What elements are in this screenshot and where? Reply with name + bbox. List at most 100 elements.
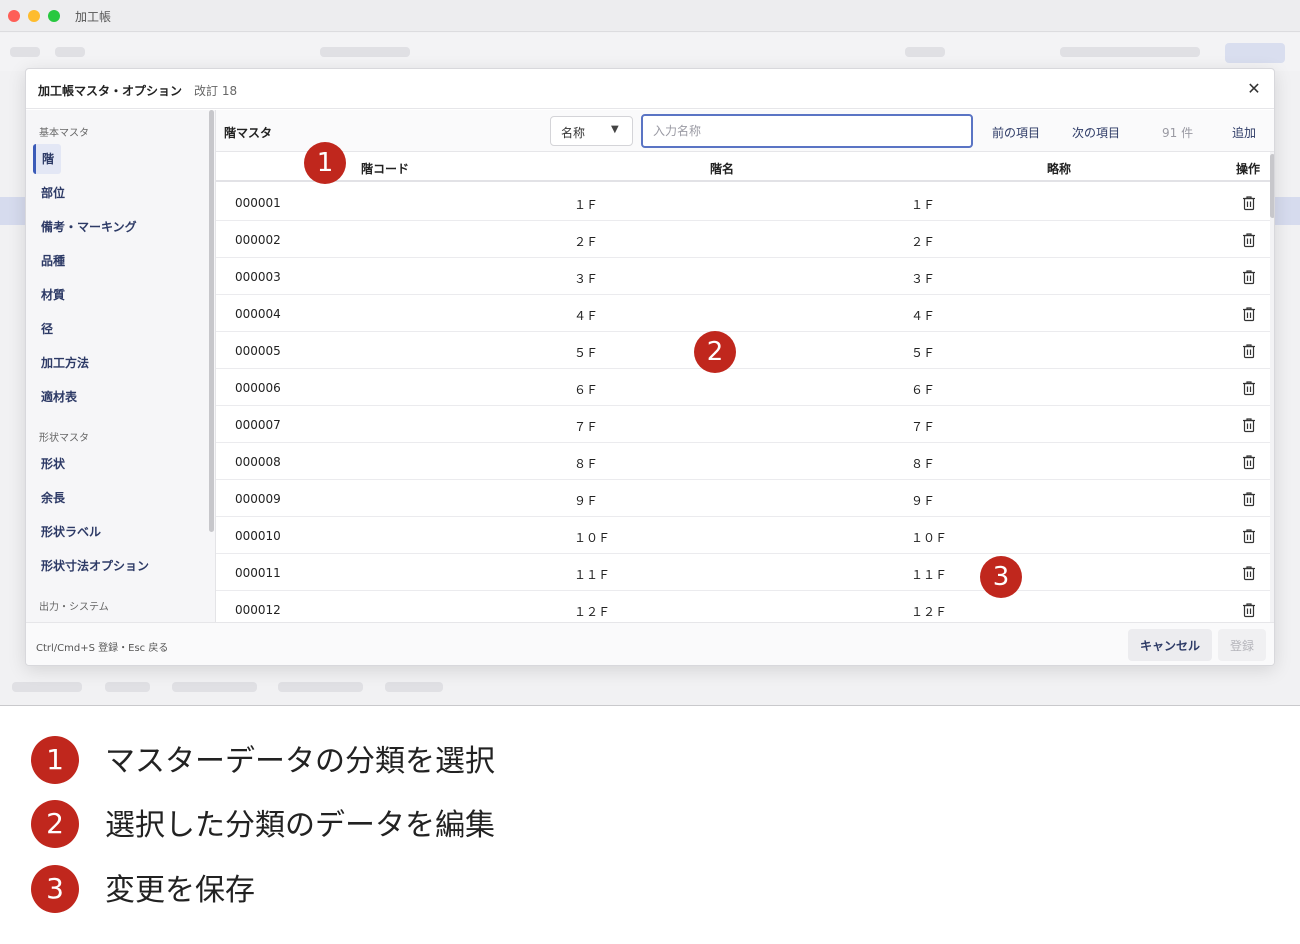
minimize-window-button[interactable] bbox=[28, 10, 40, 22]
trash-icon[interactable] bbox=[1242, 195, 1256, 211]
search-field-value: 名称 bbox=[561, 126, 586, 140]
cell-name[interactable]: ７Ｆ bbox=[574, 418, 598, 435]
sidebar-item-diameter[interactable]: 径 bbox=[33, 314, 53, 344]
sidebar-item-material-table[interactable]: 適材表 bbox=[33, 382, 77, 412]
table-row[interactable]: 000001 １Ｆ １Ｆ bbox=[216, 184, 1270, 221]
legend-step-1: マスターデータの分類を選択 bbox=[105, 744, 495, 779]
trash-icon[interactable] bbox=[1242, 602, 1256, 618]
column-header-abbr[interactable]: 略称 bbox=[1047, 160, 1071, 177]
cell-code[interactable]: 000003 bbox=[235, 270, 281, 284]
prev-item-button[interactable]: 前の項目 bbox=[992, 124, 1040, 141]
background-placeholder bbox=[905, 47, 945, 57]
sidebar-scrollbar[interactable] bbox=[209, 110, 214, 532]
table-scrollbar[interactable] bbox=[1270, 152, 1274, 622]
cancel-button[interactable]: キャンセル bbox=[1128, 629, 1212, 661]
master-title: 階マスタ bbox=[224, 126, 273, 140]
table-scrollbar-thumb[interactable] bbox=[1270, 154, 1274, 218]
cell-name[interactable]: ６Ｆ bbox=[574, 381, 598, 398]
cell-name[interactable]: ２Ｆ bbox=[574, 233, 598, 250]
sidebar-item-product-type[interactable]: 品種 bbox=[33, 246, 65, 276]
cell-code[interactable]: 000012 bbox=[235, 603, 281, 617]
column-header-code[interactable]: 階コード bbox=[361, 160, 409, 177]
trash-icon[interactable] bbox=[1242, 528, 1256, 544]
cell-abbr[interactable]: ７Ｆ bbox=[911, 418, 935, 435]
table-row[interactable]: 000005 ５Ｆ ５Ｆ bbox=[216, 332, 1270, 369]
cell-abbr[interactable]: １１Ｆ bbox=[911, 566, 947, 583]
table-row[interactable]: 000007 ７Ｆ ７Ｆ bbox=[216, 406, 1270, 443]
cell-name[interactable]: ９Ｆ bbox=[574, 492, 598, 509]
table-row[interactable]: 000006 ６Ｆ ６Ｆ bbox=[216, 369, 1270, 406]
cell-code[interactable]: 000009 bbox=[235, 492, 281, 506]
table-row[interactable]: 000003 ３Ｆ ３Ｆ bbox=[216, 258, 1270, 295]
table-row[interactable]: 000008 ８Ｆ ８Ｆ bbox=[216, 443, 1270, 480]
cell-abbr[interactable]: ６Ｆ bbox=[911, 381, 935, 398]
trash-icon[interactable] bbox=[1242, 491, 1256, 507]
save-button[interactable]: 登録 bbox=[1218, 629, 1266, 661]
cell-abbr[interactable]: １０Ｆ bbox=[911, 529, 947, 546]
cell-code[interactable]: 000001 bbox=[235, 196, 281, 210]
cell-abbr[interactable]: ３Ｆ bbox=[911, 270, 935, 287]
sidebar-item-shape[interactable]: 形状 bbox=[33, 449, 65, 479]
trash-icon[interactable] bbox=[1242, 343, 1256, 359]
cell-name[interactable]: ５Ｆ bbox=[574, 344, 598, 361]
master-category-sidebar: 基本マスタ 階 部位 備考・マーキング 品種 材質 径 加工方法 適材表 形状マ… bbox=[26, 110, 216, 622]
cell-code[interactable]: 000006 bbox=[235, 381, 281, 395]
search-field-select[interactable]: 名称 ▼ bbox=[550, 116, 633, 146]
cell-name[interactable]: １Ｆ bbox=[574, 196, 598, 213]
cell-name[interactable]: ８Ｆ bbox=[574, 455, 598, 472]
trash-icon[interactable] bbox=[1242, 306, 1256, 322]
add-button[interactable]: 追加 bbox=[1232, 124, 1256, 141]
sidebar-item-remarks-marking[interactable]: 備考・マーキング bbox=[33, 212, 137, 242]
trash-icon[interactable] bbox=[1242, 417, 1256, 433]
cell-code[interactable]: 000011 bbox=[235, 566, 281, 580]
sidebar-item-floor[interactable]: 階 bbox=[33, 144, 61, 174]
cell-code[interactable]: 000005 bbox=[235, 344, 281, 358]
table-header: 階コード 階名 略称 操作 bbox=[216, 152, 1270, 182]
zoom-window-button[interactable] bbox=[48, 10, 60, 22]
dialog-title: 加工帳マスタ・オプション bbox=[38, 84, 183, 98]
legend-badge-1: 1 bbox=[31, 736, 79, 784]
next-item-button[interactable]: 次の項目 bbox=[1072, 124, 1120, 141]
table-row[interactable]: 000004 ４Ｆ ４Ｆ bbox=[216, 295, 1270, 332]
trash-icon[interactable] bbox=[1242, 380, 1256, 396]
close-window-button[interactable] bbox=[8, 10, 20, 22]
sidebar-item-material[interactable]: 材質 bbox=[33, 280, 65, 310]
trash-icon[interactable] bbox=[1242, 232, 1256, 248]
sidebar-item-part[interactable]: 部位 bbox=[33, 178, 65, 208]
close-icon[interactable]: ✕ bbox=[1244, 79, 1264, 99]
cell-name[interactable]: １０Ｆ bbox=[574, 529, 610, 546]
trash-icon[interactable] bbox=[1242, 565, 1256, 581]
cell-name[interactable]: ４Ｆ bbox=[574, 307, 598, 324]
cell-abbr[interactable]: ５Ｆ bbox=[911, 344, 935, 361]
cell-abbr[interactable]: １２Ｆ bbox=[911, 603, 947, 620]
cell-code[interactable]: 000002 bbox=[235, 233, 281, 247]
cell-code[interactable]: 000010 bbox=[235, 529, 281, 543]
cell-abbr[interactable]: １Ｆ bbox=[911, 196, 935, 213]
cell-name[interactable]: ３Ｆ bbox=[574, 270, 598, 287]
cell-name[interactable]: １２Ｆ bbox=[574, 603, 610, 620]
cell-abbr[interactable]: ９Ｆ bbox=[911, 492, 935, 509]
cell-name[interactable]: １１Ｆ bbox=[574, 566, 610, 583]
cell-code[interactable]: 000004 bbox=[235, 307, 281, 321]
sidebar-item-processing-method[interactable]: 加工方法 bbox=[33, 348, 89, 378]
sidebar-item-extra-length[interactable]: 余長 bbox=[33, 483, 65, 513]
search-input[interactable] bbox=[641, 114, 973, 148]
table-row[interactable]: 000010 １０Ｆ １０Ｆ bbox=[216, 517, 1270, 554]
cell-abbr[interactable]: ４Ｆ bbox=[911, 307, 935, 324]
table-row[interactable]: 000012 １２Ｆ １２Ｆ bbox=[216, 591, 1270, 622]
trash-icon[interactable] bbox=[1242, 454, 1256, 470]
sidebar-item-shape-label[interactable]: 形状ラベル bbox=[33, 517, 101, 547]
cell-abbr[interactable]: ２Ｆ bbox=[911, 233, 935, 250]
cell-code[interactable]: 000007 bbox=[235, 418, 281, 432]
background-placeholder bbox=[278, 682, 363, 692]
callout-badge-1: 1 bbox=[304, 142, 346, 184]
app-window: 加工帳 加工帳マスタ・オプション 改訂 18 ✕ 基本マスタ 階 部位 備考・マ… bbox=[0, 0, 1300, 706]
table-row[interactable]: 000011 １１Ｆ １１Ｆ bbox=[216, 554, 1270, 591]
trash-icon[interactable] bbox=[1242, 269, 1256, 285]
cell-abbr[interactable]: ８Ｆ bbox=[911, 455, 935, 472]
column-header-name[interactable]: 階名 bbox=[710, 160, 734, 177]
table-row[interactable]: 000002 ２Ｆ ２Ｆ bbox=[216, 221, 1270, 258]
sidebar-item-shape-dimension-option[interactable]: 形状寸法オプション bbox=[33, 551, 149, 581]
table-row[interactable]: 000009 ９Ｆ ９Ｆ bbox=[216, 480, 1270, 517]
cell-code[interactable]: 000008 bbox=[235, 455, 281, 469]
